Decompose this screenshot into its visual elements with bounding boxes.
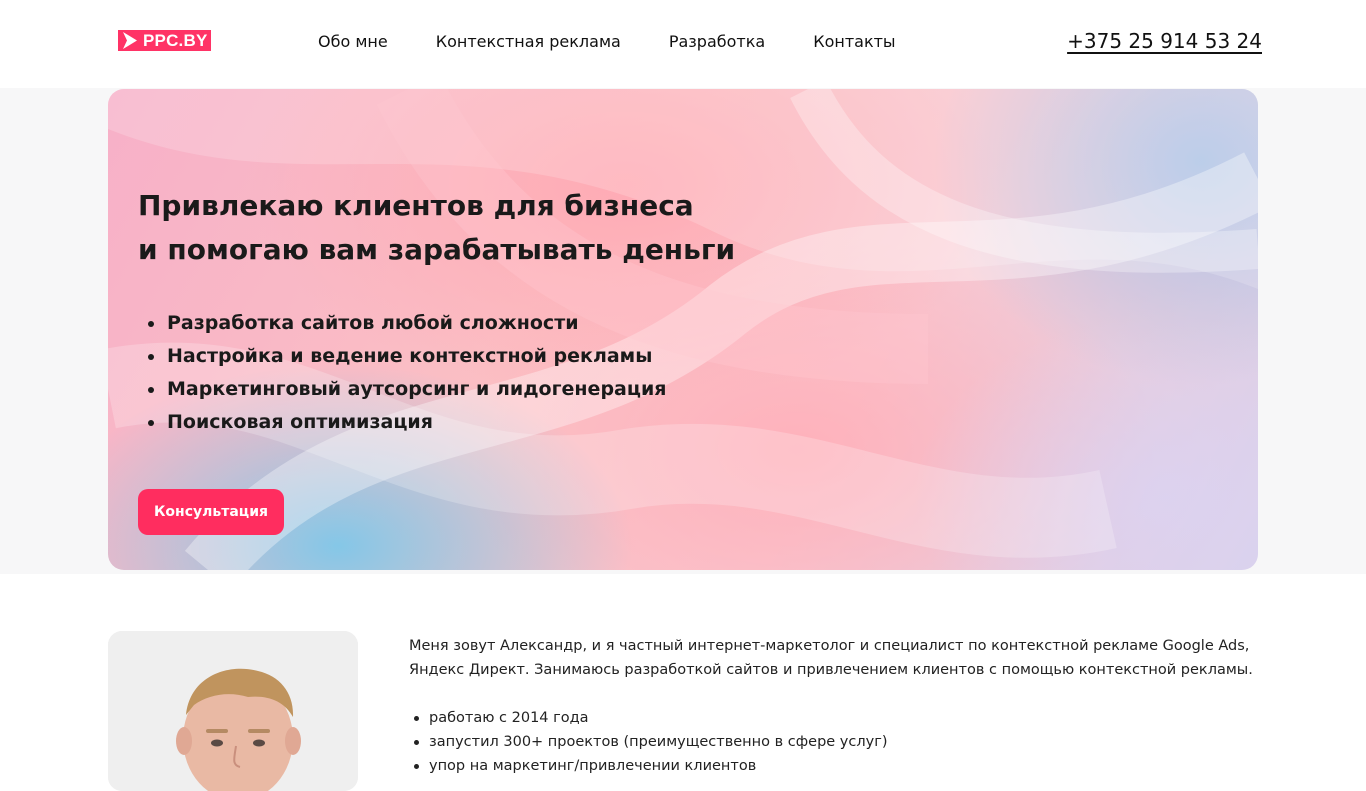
about-intro-line1: Меня зовут Александр, и я частный интерн… <box>409 638 1250 654</box>
about-intro: Меня зовут Александр, и я частный интерн… <box>409 634 1269 682</box>
about-fact-item: работаю с 2014 года <box>414 706 888 730</box>
main-nav: Обо мне Контекстная реклама Разработка К… <box>318 31 944 53</box>
service-item: Поисковая оптимизация <box>147 406 666 439</box>
about-facts-list: работаю с 2014 года запустил 300+ проект… <box>414 706 888 778</box>
nav-item-development[interactable]: Разработка <box>669 31 765 53</box>
site-header: PPC.BY Обо мне Контекстная реклама Разра… <box>0 0 1366 88</box>
nav-item-context-ads[interactable]: Контекстная реклама <box>436 31 621 53</box>
about-fact-item: упор на маркетинг/привлечении клиентов <box>414 754 888 778</box>
hero-title-line1: Привлекаю клиентов для бизнеса <box>138 189 694 222</box>
nav-item-about[interactable]: Обо мне <box>318 31 388 53</box>
portrait-image <box>108 631 358 791</box>
hero-title: Привлекаю клиентов для бизнеса и помогаю… <box>138 184 735 272</box>
logo-text: PPC.BY <box>143 31 208 50</box>
service-item: Настройка и ведение контекстной рекламы <box>147 340 666 373</box>
play-triangle-icon <box>120 30 140 51</box>
phone-link[interactable]: +375 25 914 53 24 <box>1067 28 1262 54</box>
hero-title-line2: и помогаю вам зарабатывать деньги <box>138 233 736 266</box>
service-item: Маркетинговый аутсорсинг и лидогенерация <box>147 373 666 406</box>
logo[interactable]: PPC.BY <box>118 30 211 51</box>
consultation-button[interactable]: Консультация <box>138 489 284 535</box>
author-photo <box>108 631 358 791</box>
nav-item-contacts[interactable]: Контакты <box>813 31 895 53</box>
about-intro-line2: Яндекс Директ. Занимаюсь разработкой сай… <box>409 662 1253 678</box>
hero-banner: Привлекаю клиентов для бизнеса и помогаю… <box>108 89 1258 570</box>
about-fact-item: запустил 300+ проектов (преимущественно … <box>414 730 888 754</box>
services-list: Разработка сайтов любой сложности Настро… <box>147 307 666 439</box>
service-item: Разработка сайтов любой сложности <box>147 307 666 340</box>
